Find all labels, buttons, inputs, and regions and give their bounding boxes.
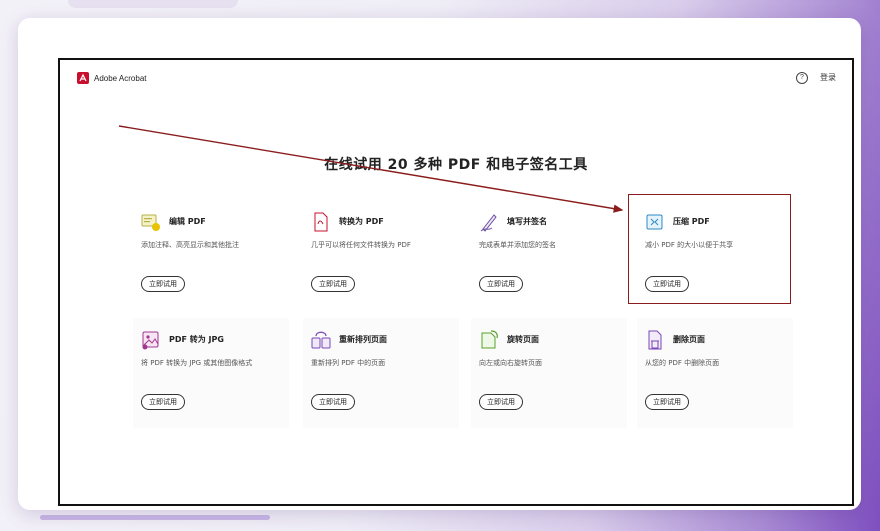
try-now-button[interactable]: 立即试用 [479, 276, 523, 292]
acrobat-screen: Adobe Acrobat ? 登录 在线试用 20 多种 PDF 和电子签名工… [58, 58, 854, 506]
tool-card-convert-pdf: 转换为 PDF 几乎可以将任何文件转换为 PDF 立即试用 [303, 200, 459, 310]
tool-card-reorder-pages: 重新排列页面 重新排列 PDF 中的页面 立即试用 [303, 318, 459, 428]
acrobat-logo-icon [77, 72, 89, 84]
try-now-button[interactable]: 立即试用 [141, 276, 185, 292]
fill-sign-icon [480, 214, 497, 232]
tool-desc: 从您的 PDF 中删除页面 [645, 359, 720, 367]
tool-card-delete-pages: 删除页面 从您的 PDF 中删除页面 立即试用 [637, 318, 793, 428]
bottom-progress-bar [40, 515, 270, 520]
app-header: Adobe Acrobat ? 登录 [60, 60, 852, 100]
tool-title: 旋转页面 [507, 335, 539, 344]
help-icon[interactable]: ? [796, 72, 808, 84]
try-now-button[interactable]: 立即试用 [645, 394, 689, 410]
app-name: Adobe Acrobat [94, 73, 147, 83]
annotation-highlight-box [628, 194, 791, 304]
tool-card-rotate-pages: 旋转页面 向左或向右旋转页面 立即试用 [471, 318, 627, 428]
screenshot-card: Adobe Acrobat ? 登录 在线试用 20 多种 PDF 和电子签名工… [18, 18, 861, 510]
top-decor-pill [68, 0, 238, 8]
login-link[interactable]: 登录 [820, 72, 836, 83]
try-now-button[interactable]: 立即试用 [311, 276, 355, 292]
tool-title: 编辑 PDF [169, 217, 206, 226]
page-headline: 在线试用 20 多种 PDF 和电子签名工具 [324, 157, 588, 173]
try-now-button[interactable]: 立即试用 [479, 394, 523, 410]
try-now-button[interactable]: 立即试用 [311, 394, 355, 410]
tool-desc: 重新排列 PDF 中的页面 [311, 359, 386, 367]
tool-card-edit-pdf: 编辑 PDF 添加注释、高亮显示和其他批注 立即试用 [133, 200, 289, 310]
pdf-to-jpg-icon [142, 331, 159, 350]
tool-title: 转换为 PDF [339, 217, 384, 226]
tool-title: PDF 转为 JPG [169, 335, 224, 344]
tool-desc: 完成表单并添加您的签名 [479, 241, 556, 249]
delete-pages-icon [648, 330, 662, 350]
rotate-pages-icon [481, 330, 498, 349]
reorder-pages-icon [311, 331, 331, 349]
tool-title: 填写并签名 [507, 217, 547, 226]
edit-pdf-icon [141, 214, 160, 231]
tool-desc: 添加注释、高亮显示和其他批注 [141, 241, 239, 249]
tool-card-pdf-to-jpg: PDF 转为 JPG 将 PDF 转换为 JPG 或其他图像格式 立即试用 [133, 318, 289, 428]
tool-title: 删除页面 [673, 335, 705, 344]
tool-title: 重新排列页面 [339, 335, 387, 344]
tool-desc: 向左或向右旋转页面 [479, 359, 542, 367]
convert-pdf-icon [314, 212, 328, 232]
adobe-logo[interactable]: Adobe Acrobat [77, 72, 146, 84]
tool-card-fill-sign: 填写并签名 完成表单并添加您的签名 立即试用 [471, 200, 627, 310]
tool-desc: 几乎可以将任何文件转换为 PDF [311, 241, 411, 249]
tool-desc: 将 PDF 转换为 JPG 或其他图像格式 [141, 359, 253, 367]
try-now-button[interactable]: 立即试用 [141, 394, 185, 410]
